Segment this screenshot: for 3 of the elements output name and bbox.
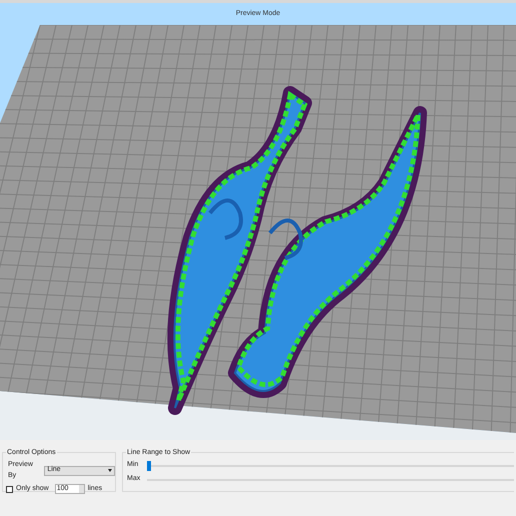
only-show-checkbox[interactable] [6, 486, 13, 493]
caret-icon [108, 469, 112, 472]
slider-thumb[interactable] [147, 460, 151, 470]
